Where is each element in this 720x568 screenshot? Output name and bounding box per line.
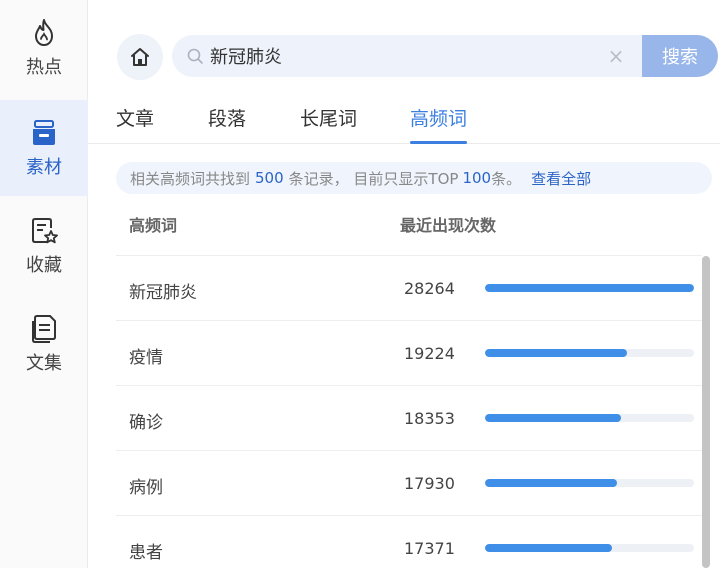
sidebar-item-hot[interactable]: 热点 bbox=[0, 0, 88, 96]
row-word: 疫情 bbox=[129, 348, 163, 368]
sidebar-item-label: 文集 bbox=[26, 353, 62, 374]
banner-total: 500 bbox=[255, 169, 284, 187]
tab-high-frequency[interactable]: 高频词 bbox=[410, 104, 468, 144]
sidebar-item-favorites[interactable]: 收藏 bbox=[0, 198, 88, 294]
frequency-bar-fill bbox=[485, 284, 694, 292]
fire-icon bbox=[35, 19, 53, 46]
sidebar-item-label: 收藏 bbox=[26, 255, 62, 276]
row-word: 病例 bbox=[129, 478, 163, 498]
banner-shown: 100 bbox=[462, 169, 492, 187]
row-word: 新冠肺炎 bbox=[129, 283, 197, 303]
frequency-bar-fill bbox=[485, 349, 628, 357]
frequency-bar bbox=[485, 284, 694, 292]
sidebar-item-material[interactable]: 素材 bbox=[0, 100, 88, 196]
banner-suffix: 条。 bbox=[491, 169, 522, 188]
home-icon bbox=[131, 48, 149, 66]
frequency-bar bbox=[485, 349, 694, 357]
table-row[interactable]: 确诊 18353 bbox=[116, 385, 702, 450]
scrollbar-thumb[interactable] bbox=[702, 256, 710, 568]
row-word: 确诊 bbox=[129, 413, 163, 433]
sidebar-item-label: 热点 bbox=[26, 57, 62, 78]
row-count: 18353 bbox=[404, 409, 455, 428]
search-button[interactable]: 搜索 bbox=[642, 35, 718, 77]
sidebar-item-label: 素材 bbox=[26, 157, 62, 178]
table-row[interactable]: 新冠肺炎 28264 bbox=[116, 255, 702, 320]
documents-icon bbox=[32, 315, 56, 343]
frequency-bar bbox=[485, 479, 694, 487]
row-word: 患者 bbox=[129, 543, 163, 563]
column-header-count: 最近出现次数 bbox=[400, 216, 497, 235]
info-banner: 相关高频词共找到 500 条记录， 目前只显示TOP 100 条。 查看全部 bbox=[116, 162, 712, 194]
row-count: 28264 bbox=[404, 279, 455, 298]
row-count: 17371 bbox=[404, 539, 455, 558]
tab-bar: 文章 段落 长尾词 高频词 bbox=[88, 96, 720, 144]
document-star-icon bbox=[32, 218, 58, 244]
clear-icon[interactable]: × bbox=[606, 46, 626, 66]
archive-tray-icon bbox=[33, 120, 55, 145]
home-button[interactable] bbox=[117, 34, 163, 80]
row-count: 17930 bbox=[404, 474, 455, 493]
frequency-bar-fill bbox=[485, 479, 617, 487]
sidebar: 热点 素材 收藏 文集 bbox=[0, 0, 88, 568]
column-header-word: 高频词 bbox=[129, 216, 178, 235]
frequency-bar-fill bbox=[485, 414, 621, 422]
view-all-link[interactable]: 查看全部 bbox=[531, 168, 591, 189]
frequency-bar bbox=[485, 414, 694, 422]
tab-articles[interactable]: 文章 bbox=[116, 104, 154, 144]
frequency-bar-fill bbox=[485, 544, 613, 552]
table-row[interactable]: 患者 17371 bbox=[116, 515, 702, 568]
table-row[interactable]: 疫情 19224 bbox=[116, 320, 702, 385]
tab-long-tail[interactable]: 长尾词 bbox=[300, 104, 357, 144]
search-icon bbox=[187, 48, 203, 64]
table-row[interactable]: 病例 17930 bbox=[116, 450, 702, 515]
frequency-bar bbox=[485, 544, 694, 552]
tab-paragraphs[interactable]: 段落 bbox=[208, 104, 246, 144]
search-input[interactable] bbox=[210, 45, 600, 67]
banner-middle: 条记录， 目前只显示TOP bbox=[288, 169, 459, 188]
search-box: × bbox=[172, 35, 642, 77]
row-count: 19224 bbox=[404, 344, 455, 363]
sidebar-item-collections[interactable]: 文集 bbox=[0, 296, 88, 392]
banner-prefix: 相关高频词共找到 bbox=[130, 169, 251, 188]
